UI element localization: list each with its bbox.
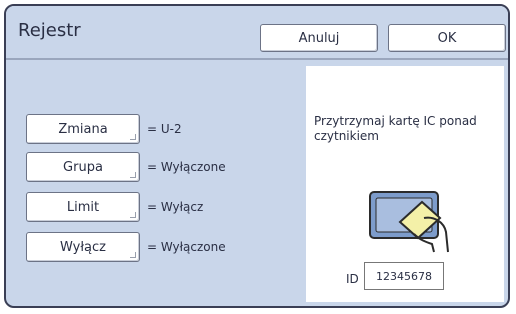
change-button[interactable]: Zmiana [26,114,140,144]
card-reader-icon [369,191,449,253]
limit-button[interactable]: Limit [26,192,140,222]
id-label: ID [346,272,359,286]
register-dialog: Rejestr Anuluj OK Zmiana = U-2 Grupa = W… [4,4,510,308]
limit-value: = Wyłącz [147,200,204,214]
dialog-title: Rejestr [18,20,81,41]
ic-card-instruction: Przytrzymaj kartę IC ponad czytnikiem [314,114,477,143]
ic-card-panel: Przytrzymaj kartę IC ponad czytnikiem ID… [306,66,504,302]
disable-button[interactable]: Wyłącz [26,232,140,262]
group-button[interactable]: Grupa [26,152,140,182]
id-value-field: 12345678 [364,262,444,290]
ok-button[interactable]: OK [388,24,506,52]
disable-value: = Wyłączone [147,240,226,254]
cancel-button[interactable]: Anuluj [260,24,378,52]
group-value: = Wyłączone [147,160,226,174]
dialog-header: Rejestr Anuluj OK [6,6,508,60]
change-value: = U-2 [147,122,182,136]
